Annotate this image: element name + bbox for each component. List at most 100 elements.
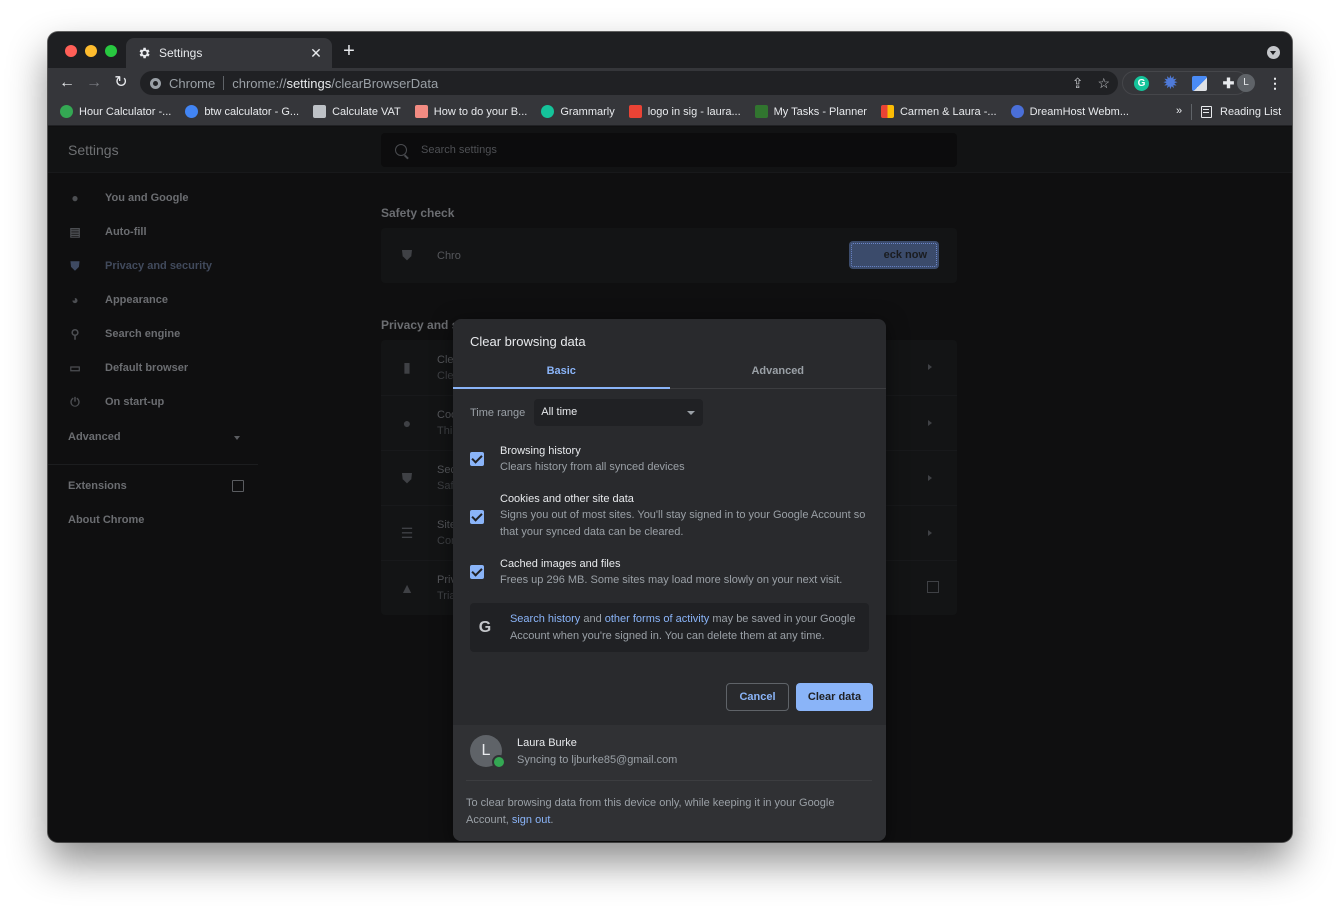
toolbar: ← → ↻ Chrome chrome://settings/clearBrow…	[48, 68, 1292, 98]
bookmark-label: Grammarly	[560, 105, 615, 118]
time-range-row: Time range All time	[470, 399, 704, 426]
cached-images-checkbox[interactable]	[470, 565, 484, 579]
reading-list-label: Reading List	[1220, 106, 1282, 118]
sidebar-item-label: On start-up	[105, 396, 165, 408]
sidebar-advanced-toggle[interactable]: Advanced	[68, 431, 240, 443]
sidebar-item-label: Appearance	[105, 294, 168, 306]
tab-advanced[interactable]: Advanced	[670, 357, 887, 388]
close-window-button[interactable]	[65, 45, 77, 57]
tune-icon: ☰	[400, 524, 414, 541]
browsing-history-checkbox[interactable]	[470, 452, 484, 466]
option-description: Frees up 296 MB. Some sites may load mor…	[500, 574, 843, 586]
sidebar-item-search-engine[interactable]: ⚲ Search engine	[68, 324, 181, 344]
dropdown-arrow-icon	[687, 411, 696, 419]
other-activity-link[interactable]: other forms of activity	[605, 613, 710, 625]
chevron-right-icon	[928, 475, 935, 481]
google-g-icon: G	[478, 618, 492, 636]
reading-list-button[interactable]: Reading List	[1201, 98, 1281, 126]
bookmark-item[interactable]: Hour Calculator -...	[60, 105, 171, 118]
address-bar[interactable]: Chrome chrome://settings/clearBrowserDat…	[140, 71, 1118, 95]
sidebar-item-on-startup[interactable]: ⏻ On start-up	[68, 392, 164, 412]
account-sync-status: Syncing to ljburke85@gmail.com	[517, 754, 678, 766]
sidebar-divider	[48, 464, 258, 465]
tab-settings[interactable]: Settings ✕	[126, 38, 332, 68]
new-tab-button[interactable]: +	[340, 41, 358, 61]
clear-browsing-data-dialog: Clear browsing data Basic Advanced Time …	[453, 319, 886, 841]
cancel-button[interactable]: Cancel	[726, 683, 789, 711]
bookmark-item[interactable]: DreamHost Webm...	[1010, 105, 1129, 118]
search-settings[interactable]	[381, 133, 957, 167]
bookmark-item[interactable]: Grammarly	[541, 105, 615, 118]
sidebar-item-default-browser[interactable]: ▭ Default browser	[68, 358, 188, 378]
more-menu-icon[interactable]: ⋮	[1268, 74, 1282, 92]
sidebar-about-chrome[interactable]: About Chrome	[68, 514, 144, 526]
reload-button[interactable]: ↻	[112, 74, 130, 92]
sidebar-item-autofill[interactable]: ▤ Auto-fill	[68, 222, 146, 242]
tab-basic[interactable]: Basic	[453, 357, 670, 389]
bookmarks-overflow-button[interactable]: »	[1176, 105, 1182, 117]
time-range-select[interactable]: All time	[534, 399, 704, 426]
sidebar-item-privacy[interactable]: ⛊ Privacy and security	[68, 256, 212, 276]
footer-note: To clear browsing data from this device …	[466, 795, 866, 829]
planner-icon	[754, 105, 768, 118]
chevron-right-icon	[928, 530, 935, 536]
minimize-window-button[interactable]	[85, 45, 97, 57]
close-tab-icon[interactable]: ✕	[308, 45, 324, 61]
chrome-icon	[150, 77, 161, 89]
bookmark-item[interactable]: logo in sig - laura...	[628, 105, 741, 118]
maximize-window-button[interactable]	[105, 45, 117, 57]
share-icon[interactable]: ⇪	[1072, 75, 1084, 92]
search-icon	[395, 144, 407, 156]
gear-icon	[137, 46, 151, 60]
check-now-button[interactable]: eck now	[849, 241, 939, 269]
sidebar-item-you-and-google[interactable]: ● You and Google	[68, 188, 189, 208]
dialog-tabs: Basic Advanced	[453, 357, 886, 389]
tab-strip: Settings ✕ +	[48, 32, 1292, 68]
translate-icon[interactable]	[1192, 75, 1207, 91]
profile-avatar[interactable]: L	[1237, 74, 1255, 92]
sidebar-extensions-link[interactable]: Extensions	[68, 480, 244, 492]
url-scheme: chrome://	[232, 75, 287, 91]
bookmarks-divider	[1191, 104, 1192, 120]
safety-check-title: Safety check	[381, 206, 455, 220]
sync-icon	[492, 755, 506, 769]
reading-list-icon	[1201, 106, 1212, 118]
browser-icon: ▭	[69, 361, 81, 375]
bookmark-item[interactable]: How to do your B...	[414, 105, 527, 118]
bookmark-item[interactable]: Calculate VAT	[313, 105, 401, 118]
extensions-tray: G ✹ ✚	[1122, 71, 1248, 95]
tab-search-icon[interactable]	[1267, 46, 1280, 59]
sidebar-item-label: You and Google	[105, 192, 189, 204]
clipboard-icon: ▤	[69, 225, 81, 239]
bookmark-item[interactable]: My Tasks - Planner	[754, 105, 867, 118]
shield-check-icon: ⛊	[401, 247, 413, 263]
browser-window: Settings ✕ + ← → ↻ Chrome chrome://setti…	[48, 32, 1292, 842]
sign-out-link[interactable]: sign out	[512, 814, 551, 826]
cookies-checkbox[interactable]	[470, 510, 484, 524]
sidebar-item-appearance[interactable]: ◕ Appearance	[68, 290, 168, 310]
sidebar-item-label: Privacy and security	[105, 260, 213, 272]
search-settings-input[interactable]	[421, 144, 921, 156]
grammarly-icon[interactable]: G	[1134, 75, 1149, 91]
palette-icon: ◕	[71, 293, 79, 307]
bookmark-item[interactable]: btw calculator - G...	[185, 105, 299, 118]
bookmark-label: logo in sig - laura...	[647, 105, 741, 118]
settings-page: Settings ● You and Google ▤ Auto-fill ⛊ Pri…	[48, 127, 1292, 842]
dialog-title: Clear browsing data	[470, 334, 586, 349]
bookmark-label: My Tasks - Planner	[773, 105, 867, 118]
bookmark-label: Calculate VAT	[332, 105, 401, 118]
option-title: Cached images and files	[500, 558, 621, 570]
safety-check-text: Chro	[437, 249, 461, 262]
puzzle-icon[interactable]: ✚	[1221, 75, 1236, 91]
option-title: Browsing history	[500, 445, 581, 457]
option-title: Cookies and other site data	[500, 493, 634, 505]
bookmark-star-icon[interactable]: ☆	[1097, 75, 1110, 92]
gmail-icon	[628, 105, 642, 118]
bookmark-item[interactable]: Carmen & Laura -...	[880, 105, 997, 118]
notice-text: Search history and other forms of activi…	[510, 611, 869, 645]
forward-button[interactable]: →	[85, 74, 103, 92]
back-button[interactable]: ←	[58, 74, 76, 92]
gear-extension-icon[interactable]: ✹	[1163, 75, 1178, 92]
search-history-link[interactable]: Search history	[510, 613, 580, 625]
clear-data-button[interactable]: Clear data	[796, 683, 873, 711]
